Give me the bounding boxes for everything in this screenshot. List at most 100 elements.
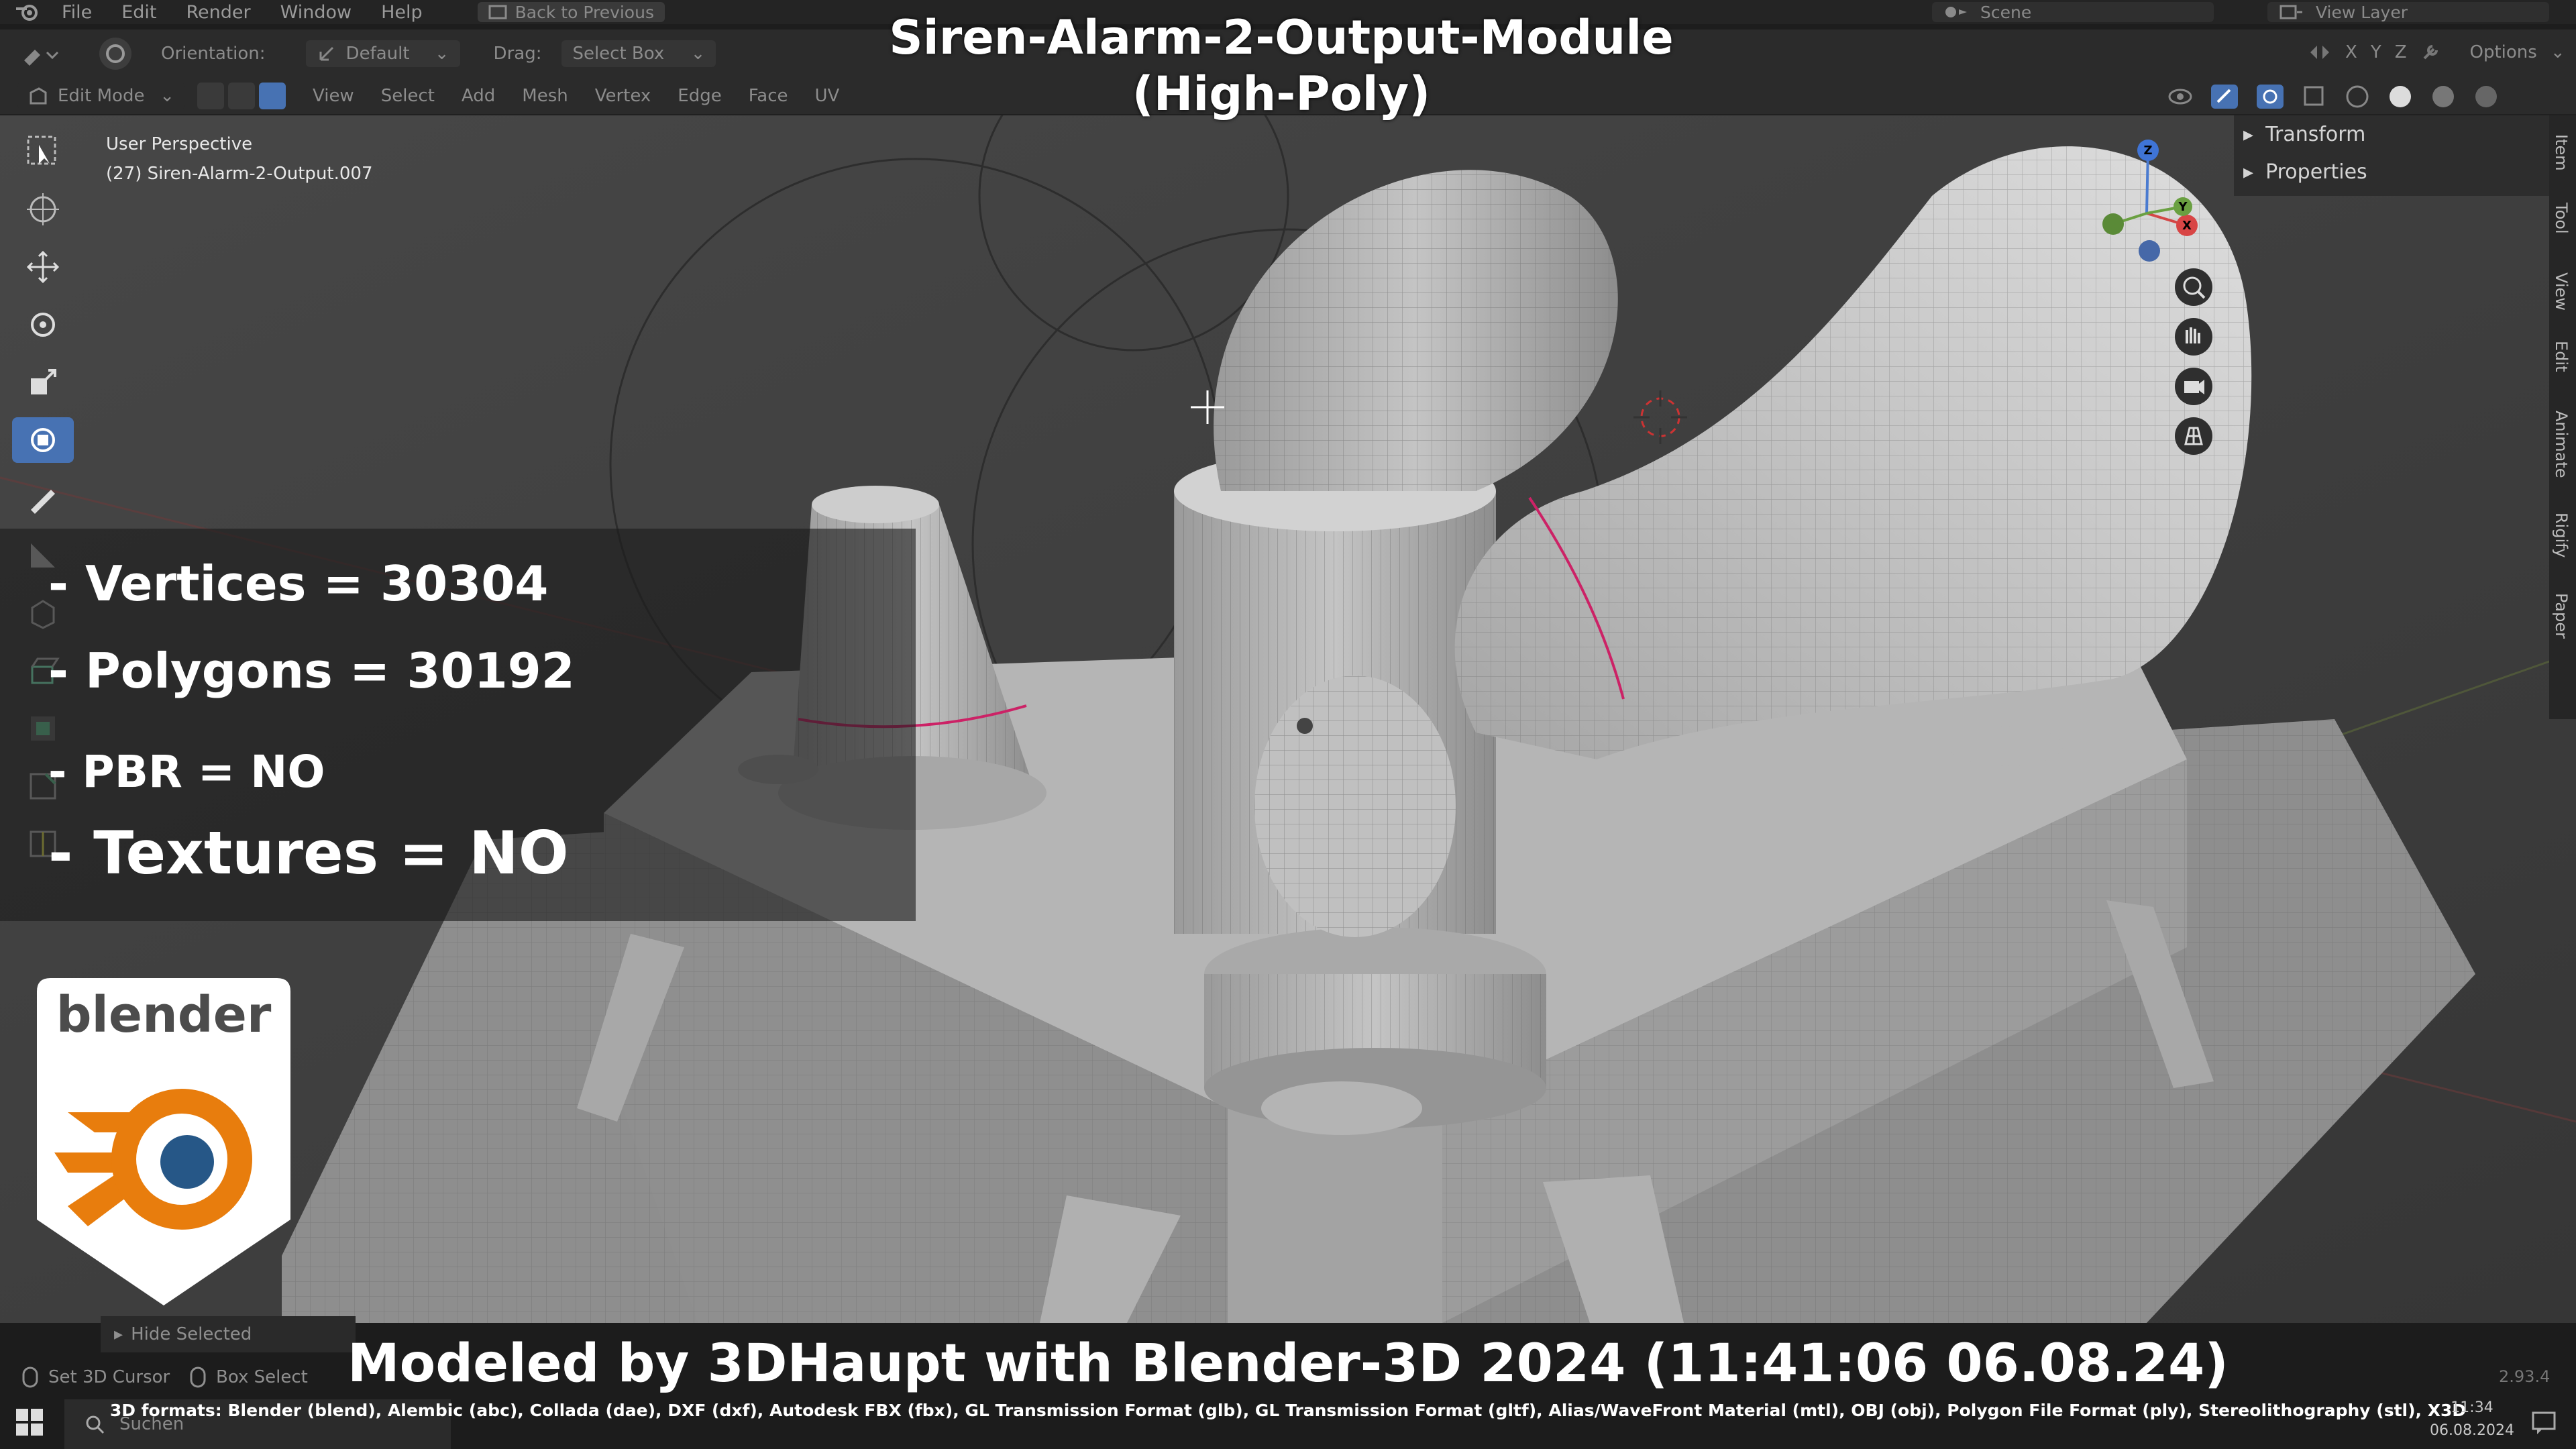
tab-view[interactable]: View	[2552, 272, 2571, 311]
menu-file[interactable]: File	[47, 2, 107, 23]
textures-stat: - Textures = NO	[48, 818, 569, 888]
properties-sidebar: ▸ Transform ▸ Properties	[2234, 115, 2549, 196]
gizmo-neg-z	[2139, 240, 2160, 262]
menu-edge[interactable]: Edge	[664, 86, 735, 106]
menu-vertex[interactable]: Vertex	[582, 86, 665, 106]
properties-panel-label: Properties	[2265, 160, 2367, 184]
axis-x-toggle[interactable]: X	[2345, 42, 2357, 62]
cursor-tool-button[interactable]	[12, 186, 74, 232]
scene-selector[interactable]: Scene	[1932, 2, 2214, 22]
editor-type-icon[interactable]	[20, 40, 67, 67]
tab-rigify[interactable]: Rigify	[2552, 513, 2571, 557]
edit-mode-icon	[30, 87, 47, 105]
options-dropdown[interactable]: Options	[2470, 42, 2537, 62]
back-to-previous-label: Back to Previous	[515, 2, 654, 22]
taskbar-clock[interactable]: 11:34 06.08.2024	[2428, 1397, 2516, 1442]
gizmo-z-label: Z	[2143, 144, 2152, 158]
scale-icon	[31, 369, 56, 394]
polygons-stat: - Polygons = 30192	[48, 643, 575, 699]
rotate-icon	[31, 313, 55, 337]
transform-panel-header[interactable]: ▸ Transform	[2234, 115, 2549, 153]
vertices-stat: - Vertices = 30304	[48, 555, 549, 612]
active-object-label: (27) Siren-Alarm-2-Output.007	[106, 164, 373, 184]
zoom-icon[interactable]	[2174, 267, 2214, 307]
solid-shading-icon[interactable]	[2387, 83, 2414, 110]
sidebar-tabs: Item Tool View Edit Animate Rigify Paper	[2549, 115, 2576, 719]
drag-value: Select Box	[572, 44, 665, 64]
model-title: Siren-Alarm-2-Output-Module (High-Poly)	[872, 9, 1690, 122]
vertex-select-button[interactable]	[197, 83, 224, 109]
xray-icon[interactable]	[2301, 83, 2328, 110]
credit-line: Modeled by 3DHaupt with Blender-3D 2024 …	[347, 1334, 2229, 1394]
wrench-icon[interactable]	[2420, 42, 2440, 62]
transform-panel-label: Transform	[2265, 122, 2366, 146]
select-box-icon	[27, 136, 56, 165]
pencil-icon	[31, 490, 55, 514]
material-shading-icon[interactable]	[2430, 83, 2457, 110]
orientation-dropdown[interactable]: Default ⌄	[305, 40, 460, 67]
knob-right	[1949, 726, 2063, 766]
view-layer-selector[interactable]: View Layer	[2267, 2, 2549, 22]
menu-view[interactable]: View	[299, 86, 368, 106]
gizmo-neg-y	[2102, 213, 2124, 235]
drag-dropdown[interactable]: Select Box ⌄	[561, 40, 716, 67]
notification-icon[interactable]	[2530, 1409, 2557, 1436]
menu-select[interactable]: Select	[368, 86, 448, 106]
viewport-nav-buttons	[2174, 267, 2214, 456]
transform-tool-button[interactable]	[12, 417, 74, 463]
mode-value: Edit Mode	[58, 86, 145, 106]
menu-edit[interactable]: Edit	[107, 2, 171, 23]
tab-tool[interactable]: Tool	[2552, 203, 2571, 234]
menu-help[interactable]: Help	[366, 2, 437, 23]
blender-app-icon[interactable]	[13, 2, 43, 22]
clock-time: 11:34	[2451, 1399, 2493, 1416]
tab-animate[interactable]: Animate	[2552, 411, 2571, 478]
visibility-icon[interactable]	[2167, 83, 2194, 110]
scene-name: Scene	[1980, 2, 2032, 22]
tab-edit[interactable]: Edit	[2552, 341, 2571, 372]
menu-mesh[interactable]: Mesh	[508, 86, 581, 106]
navigation-gizmo[interactable]: Z X Y	[2080, 133, 2200, 267]
tab-paper[interactable]: Paper	[2552, 593, 2571, 639]
edge-select-button[interactable]	[228, 83, 255, 109]
camera-icon[interactable]	[2174, 366, 2214, 407]
annotate-tool-button[interactable]	[12, 475, 74, 521]
rotate-tool-button[interactable]	[12, 302, 74, 347]
menu-face[interactable]: Face	[735, 86, 802, 106]
wireframe-shading-icon[interactable]	[2344, 83, 2371, 110]
active-tool-icon[interactable]	[97, 35, 134, 72]
menu-add[interactable]: Add	[448, 86, 508, 106]
tab-item[interactable]: Item	[2552, 134, 2571, 171]
axis-z-toggle[interactable]: Z	[2395, 42, 2407, 62]
menu-render[interactable]: Render	[171, 2, 265, 23]
transform-icon	[31, 428, 55, 452]
clock-date: 06.08.2024	[2430, 1422, 2514, 1439]
gizmo-toggle-icon[interactable]	[2210, 83, 2239, 110]
axis-y-toggle[interactable]: Y	[2371, 42, 2381, 62]
chevron-down-icon: ⌄	[2550, 42, 2565, 62]
back-to-previous-button[interactable]: Back to Previous	[477, 2, 665, 22]
scale-tool-button[interactable]	[12, 360, 74, 405]
gizmo-x-label: X	[2182, 219, 2192, 233]
orientation-icon	[319, 46, 333, 61]
pan-hand-icon[interactable]	[2174, 317, 2214, 357]
menu-window[interactable]: Window	[266, 2, 366, 23]
move-tool-button[interactable]	[12, 244, 74, 290]
view-layer-name: View Layer	[2316, 2, 2408, 22]
mode-dropdown[interactable]: Edit Mode ⌄	[17, 83, 185, 109]
mirror-icon[interactable]	[2308, 40, 2332, 64]
overlay-toggle-icon[interactable]	[2255, 83, 2285, 110]
rendered-shading-icon[interactable]	[2473, 83, 2500, 110]
screen-icon	[488, 5, 507, 19]
face-select-button[interactable]	[259, 83, 286, 109]
chevron-right-icon: ▸	[2243, 160, 2254, 184]
menu-uv[interactable]: UV	[802, 86, 853, 106]
properties-panel-header[interactable]: ▸ Properties	[2234, 153, 2549, 191]
select-tool-button[interactable]	[12, 129, 74, 174]
chevron-down-icon: ⌄	[434, 44, 449, 64]
orientation-label: Orientation:	[161, 44, 266, 64]
blender-logo-badge: blender	[37, 978, 290, 1305]
title-line-1: Siren-Alarm-2-Output-Module	[889, 10, 1674, 65]
view-layer-icon	[2279, 5, 2302, 19]
perspective-grid-icon[interactable]	[2174, 416, 2214, 456]
